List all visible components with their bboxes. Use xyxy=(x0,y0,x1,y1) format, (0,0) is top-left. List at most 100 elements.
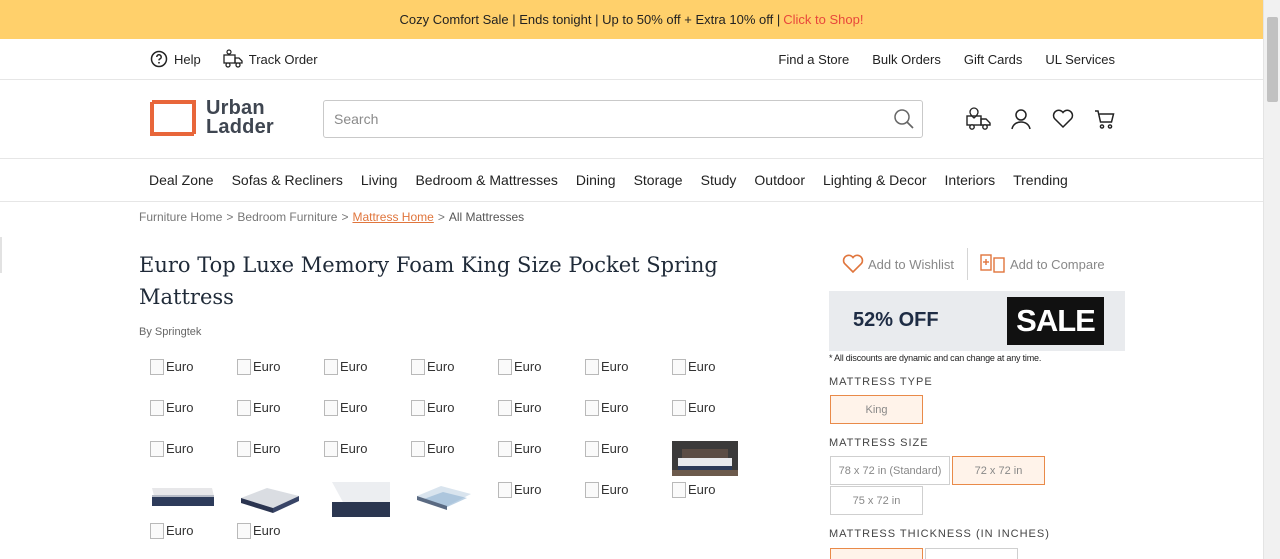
search-input[interactable] xyxy=(334,111,874,127)
nav-storage[interactable]: Storage xyxy=(634,172,683,188)
nav-trending[interactable]: Trending xyxy=(1013,172,1068,188)
gallery-thumbnail-image[interactable] xyxy=(150,482,216,517)
gallery-thumbnail-image[interactable] xyxy=(411,482,477,517)
broken-image-icon xyxy=(585,400,599,416)
size-option-78x72[interactable]: 78 x 72 in (Standard) xyxy=(830,456,950,485)
track-order-link[interactable]: Track Order xyxy=(223,49,318,69)
broken-image-icon xyxy=(324,441,338,457)
sale-tag: SALE xyxy=(1007,297,1104,345)
gallery-thumbnail[interactable]: Euro xyxy=(498,359,564,394)
wishlist-heart-icon[interactable] xyxy=(1050,106,1076,132)
gallery-thumbnail[interactable]: Euro xyxy=(237,359,303,394)
search-icon[interactable] xyxy=(893,108,915,135)
gallery-thumbnail[interactable]: Euro xyxy=(150,359,216,394)
help-icon xyxy=(150,50,168,68)
cart-icon[interactable] xyxy=(1092,106,1118,132)
nav-sofas-recliners[interactable]: Sofas & Recliners xyxy=(232,172,343,188)
nav-living[interactable]: Living xyxy=(361,172,398,188)
logo-line-2: Ladder xyxy=(206,116,274,138)
logo[interactable]: Urban Ladder xyxy=(150,98,274,138)
help-link[interactable]: Help xyxy=(150,50,201,68)
gallery-thumbnail[interactable]: Euro xyxy=(237,441,303,476)
logo-text: Urban Ladder xyxy=(206,98,274,138)
gallery-thumbnail[interactable]: Euro xyxy=(672,359,738,394)
gallery-thumbnail[interactable]: Euro xyxy=(498,441,564,476)
gallery-thumbnail[interactable]: Euro xyxy=(237,400,303,435)
broken-image-icon xyxy=(585,441,599,457)
logo-mark-icon xyxy=(150,100,196,136)
store-locator-icon[interactable] xyxy=(966,106,992,132)
nav-outdoor[interactable]: Outdoor xyxy=(754,172,805,188)
truck-icon xyxy=(223,49,243,68)
type-option-king[interactable]: King xyxy=(830,395,923,424)
account-icon[interactable] xyxy=(1008,106,1034,132)
gallery-thumbnail[interactable]: Euro xyxy=(324,359,390,394)
gallery-thumbnail-image[interactable] xyxy=(324,482,390,517)
broken-image-icon xyxy=(498,359,512,375)
product-brand[interactable]: By Springtek xyxy=(139,326,201,338)
gallery-thumbnail[interactable]: Euro xyxy=(585,400,651,435)
gallery-thumbnail[interactable]: Euro xyxy=(585,482,651,517)
bulk-orders-link[interactable]: Bulk Orders xyxy=(872,52,941,67)
nav-dining[interactable]: Dining xyxy=(576,172,616,188)
gallery-thumbnail[interactable]: Euro xyxy=(498,400,564,435)
size-option-72x72[interactable]: 72 x 72 in xyxy=(952,456,1045,485)
mattress-type-label: MATTRESS TYPE xyxy=(829,376,933,388)
broken-image-icon xyxy=(672,400,686,416)
ul-services-link[interactable]: UL Services xyxy=(1045,52,1115,67)
broken-image-icon xyxy=(237,523,251,539)
page-scrollbar[interactable] xyxy=(1263,0,1280,559)
gallery-thumbnail[interactable]: Euro xyxy=(411,400,477,435)
nav-lighting-decor[interactable]: Lighting & Decor xyxy=(823,172,927,188)
broken-image-icon xyxy=(498,441,512,457)
nav-bedroom-mattresses[interactable]: Bedroom & Mattresses xyxy=(415,172,557,188)
gallery-thumbnail[interactable]: Euro xyxy=(150,523,216,558)
help-label: Help xyxy=(174,51,201,67)
breadcrumb-bedroom-furniture[interactable]: Bedroom Furniture xyxy=(237,210,337,224)
broken-image-icon xyxy=(411,359,425,375)
thickness-option[interactable] xyxy=(830,548,923,559)
gallery-thumbnail[interactable]: Euro xyxy=(498,482,564,517)
nav-interiors[interactable]: Interiors xyxy=(945,172,996,188)
heart-icon xyxy=(842,254,864,274)
find-store-link[interactable]: Find a Store xyxy=(778,52,849,67)
breadcrumb-separator: > xyxy=(226,210,234,224)
breadcrumb-furniture-home[interactable]: Furniture Home xyxy=(139,210,222,224)
breadcrumb-mattress-home[interactable]: Mattress Home xyxy=(352,210,433,224)
gallery-thumbnail[interactable]: Euro xyxy=(324,400,390,435)
gallery-thumbnail[interactable]: Euro xyxy=(411,359,477,394)
broken-image-icon xyxy=(150,359,164,375)
scrollbar-thumb[interactable] xyxy=(1267,17,1278,102)
mattress-angle-photo xyxy=(237,482,303,517)
gift-cards-link[interactable]: Gift Cards xyxy=(964,52,1023,67)
wishlist-label: Add to Wishlist xyxy=(868,256,954,272)
broken-image-icon xyxy=(585,482,599,498)
size-option-75x72[interactable]: 75 x 72 in xyxy=(830,486,923,515)
gallery-thumbnail-image[interactable] xyxy=(237,482,303,517)
nav-deal-zone[interactable]: Deal Zone xyxy=(149,172,214,188)
nav-study[interactable]: Study xyxy=(701,172,737,188)
gallery-thumbnail[interactable]: Euro xyxy=(672,482,738,517)
broken-image-icon xyxy=(411,400,425,416)
breadcrumb: Furniture Home > Bedroom Furniture > Mat… xyxy=(139,210,524,224)
gallery-thumbnail[interactable]: Euro xyxy=(150,441,216,476)
broken-image-icon xyxy=(150,400,164,416)
thickness-option[interactable] xyxy=(925,548,1018,559)
add-to-compare-button[interactable]: Add to Compare xyxy=(968,254,1105,274)
broken-image-icon xyxy=(672,359,686,375)
gallery-thumbnail-image[interactable] xyxy=(672,441,738,476)
side-tab-edge[interactable] xyxy=(0,237,2,273)
search-box[interactable] xyxy=(323,100,923,138)
promo-cta-link[interactable]: Click to Shop! xyxy=(783,12,863,27)
gallery-thumbnail[interactable]: Euro xyxy=(672,400,738,435)
gallery-thumbnail[interactable]: Euro xyxy=(150,400,216,435)
gallery-thumbnail[interactable]: Euro xyxy=(324,441,390,476)
gallery-thumbnail[interactable]: Euro xyxy=(237,523,303,558)
gallery-thumbnail[interactable]: Euro xyxy=(585,441,651,476)
gallery-thumbnail[interactable]: Euro xyxy=(585,359,651,394)
gallery-thumbnail[interactable]: Euro xyxy=(411,441,477,476)
add-to-wishlist-button[interactable]: Add to Wishlist xyxy=(842,254,967,274)
promo-banner[interactable]: Cozy Comfort Sale | Ends tonight | Up to… xyxy=(0,0,1263,39)
utility-bar: Help Track Order Find a Store Bulk Order… xyxy=(0,39,1263,80)
mattress-thickness-label: MATTRESS THICKNESS (IN INCHES) xyxy=(829,528,1050,540)
